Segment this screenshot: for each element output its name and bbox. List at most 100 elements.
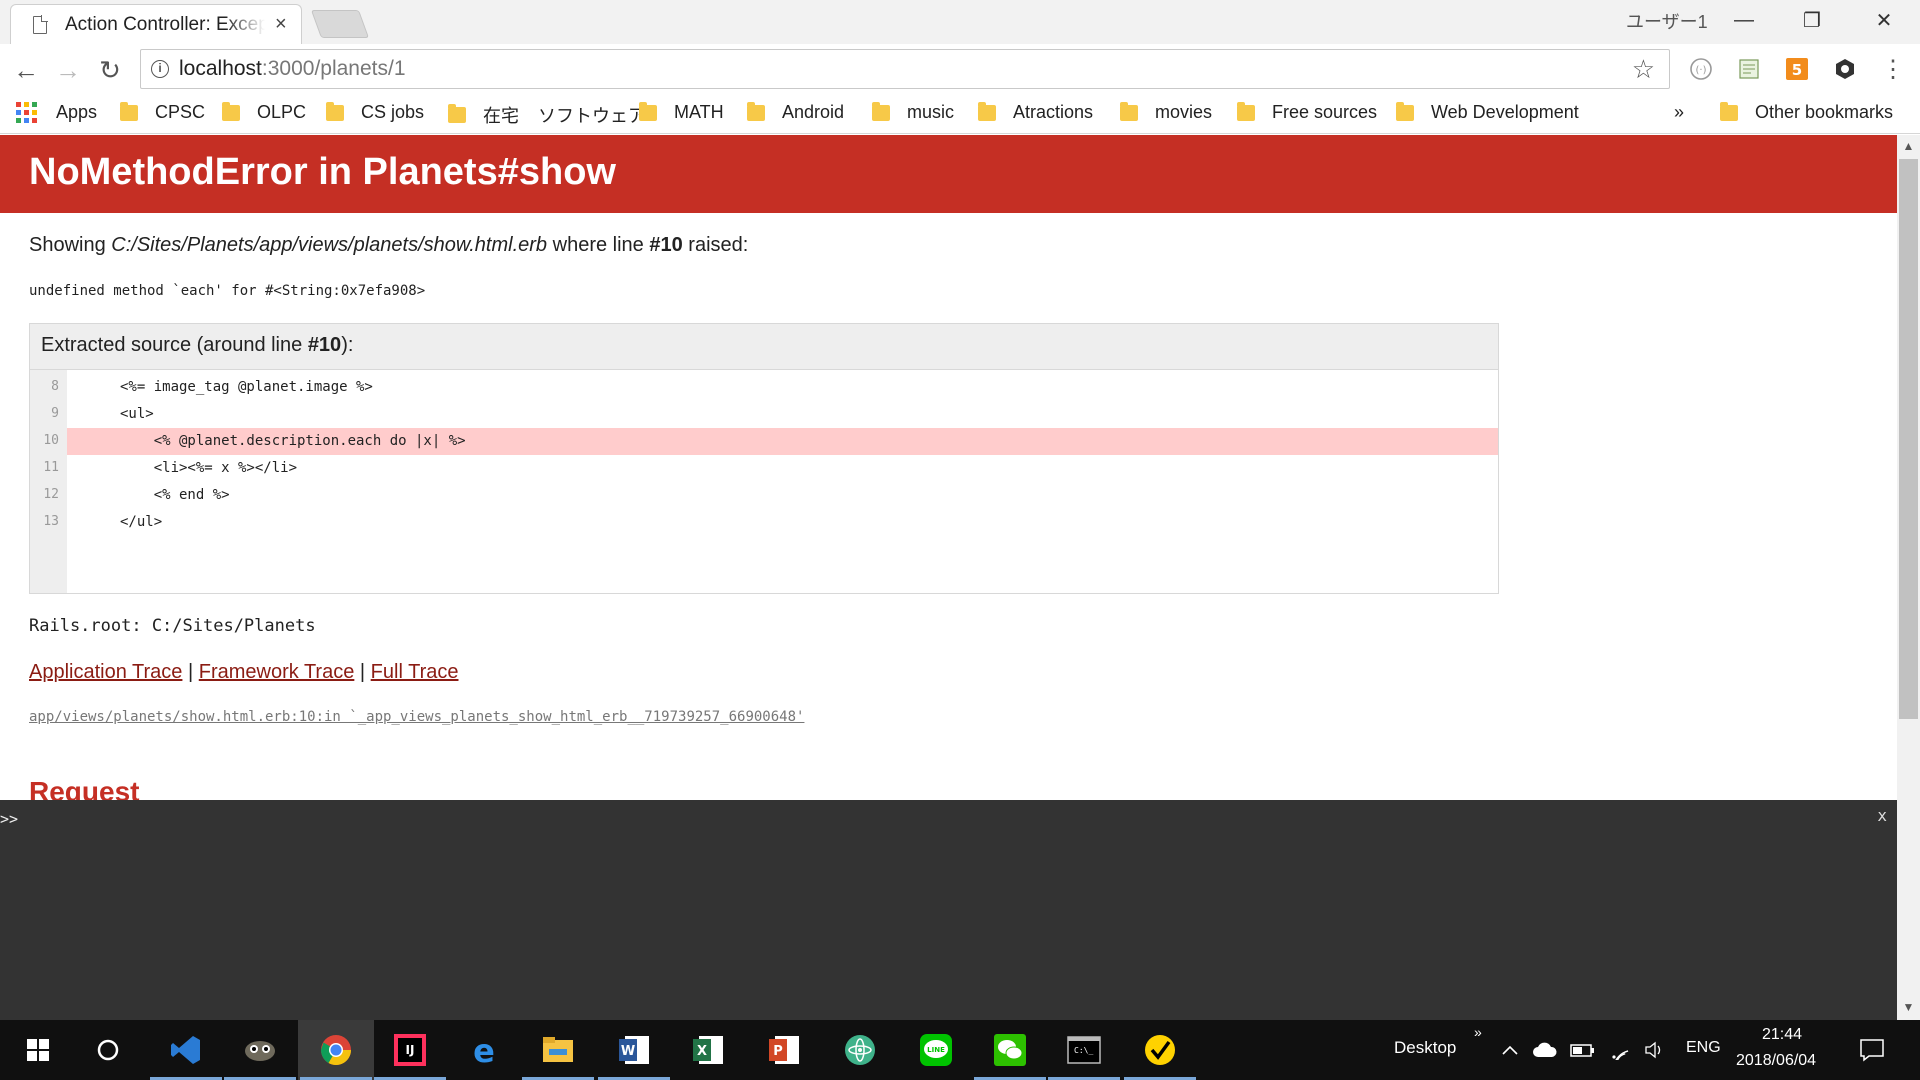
bookmark-folder[interactable]: Atractions: [978, 101, 1094, 123]
source-line: 13 </ul>: [30, 509, 1498, 536]
trace-separator: |: [187, 661, 194, 683]
bookmark-label: CPSC: [155, 102, 206, 122]
gimp-icon[interactable]: [222, 1020, 298, 1080]
svg-text:5: 5: [1792, 61, 1802, 79]
bookmark-folder[interactable]: Web Development: [1396, 101, 1579, 123]
extension-notes-icon[interactable]: [1736, 56, 1762, 82]
file-explorer-icon[interactable]: [520, 1020, 596, 1080]
restore-button[interactable]: ❐: [1784, 4, 1840, 36]
input-language-indicator[interactable]: ENG: [1686, 1039, 1721, 1057]
extension-hexagon-icon[interactable]: [1832, 56, 1858, 82]
bookmark-label: Atractions: [1013, 102, 1094, 122]
full-trace-link[interactable]: Full Trace: [371, 661, 459, 683]
vscode-icon[interactable]: [148, 1020, 224, 1080]
url-host: localhost: [179, 57, 262, 80]
bookmark-apps[interactable]: Apps: [16, 102, 97, 123]
bookmark-folder[interactable]: MATH: [639, 101, 724, 123]
reload-button[interactable]: ↻: [94, 54, 126, 86]
toolbar-overflow-button[interactable]: »: [1474, 1024, 1482, 1040]
page-scrollbar[interactable]: ▲ ▼: [1897, 135, 1920, 1020]
clock-date[interactable]: 2018/06/04: [1736, 1052, 1816, 1070]
web-console[interactable]: >> x: [0, 800, 1897, 1020]
bookmark-label: 在宅: [483, 106, 519, 126]
chrome-icon[interactable]: [298, 1020, 374, 1080]
bookmark-folder[interactable]: Android: [747, 101, 845, 123]
desktop-toolbar-label[interactable]: Desktop: [1394, 1038, 1456, 1058]
bookmark-star-icon[interactable]: ☆: [1632, 54, 1655, 85]
command-prompt-icon[interactable]: C:\_: [1046, 1020, 1122, 1080]
close-window-button[interactable]: ✕: [1856, 4, 1912, 36]
folder-icon: [120, 101, 138, 121]
scroll-down-arrow[interactable]: ▼: [1897, 1000, 1920, 1014]
folder-icon: [1120, 101, 1138, 121]
scrollbar-thumb[interactable]: [1899, 159, 1918, 719]
bookmark-link[interactable]: ソフトウェア: [538, 102, 646, 128]
folder-icon: [747, 101, 765, 121]
wifi-icon[interactable]: [1606, 1020, 1636, 1080]
line-app-icon[interactable]: LINE: [898, 1020, 974, 1080]
extension-orange-icon[interactable]: 5: [1784, 56, 1810, 82]
onedrive-icon[interactable]: [1530, 1020, 1560, 1080]
bookmark-folder[interactable]: CPSC: [120, 101, 206, 123]
edge-icon[interactable]: e: [446, 1020, 522, 1080]
line-number: 11: [43, 460, 59, 475]
application-trace-link[interactable]: Application Trace: [29, 661, 182, 683]
volume-icon[interactable]: [1640, 1020, 1670, 1080]
cortana-icon[interactable]: [70, 1020, 146, 1080]
bookmark-folder[interactable]: CS jobs: [326, 101, 424, 123]
browser-toolbar: ← → ↻ i localhost:3000/planets/1 ☆ (·) 5…: [0, 44, 1920, 96]
powerpoint-icon[interactable]: P: [746, 1020, 822, 1080]
bookmark-label: Free sources: [1272, 102, 1378, 122]
browser-tab[interactable]: Action Controller: Exception caught ×: [10, 4, 302, 44]
error-title: NoMethodError in Planets#show: [29, 151, 616, 193]
source-line: 11 <li><%= x %></li>: [30, 455, 1498, 482]
console-close-button[interactable]: x: [1877, 806, 1887, 825]
framework-trace-link[interactable]: Framework Trace: [199, 661, 355, 683]
bookmark-folder[interactable]: movies: [1120, 101, 1212, 123]
tray-chevron-up-icon[interactable]: [1498, 1020, 1522, 1080]
svg-text:e: e: [473, 1033, 495, 1067]
line-code: <% @planet.description.each do |x| %>: [120, 433, 466, 449]
folder-icon: [872, 101, 890, 121]
browser-menu-icon[interactable]: ⋮: [1880, 56, 1906, 83]
bookmark-folder[interactable]: music: [872, 101, 954, 123]
tab-close-icon[interactable]: ×: [275, 13, 287, 36]
excel-icon[interactable]: X: [670, 1020, 746, 1080]
bookmark-folder[interactable]: Free sources: [1237, 101, 1378, 123]
start-icon[interactable]: [0, 1020, 76, 1080]
folder-icon: [1237, 101, 1255, 121]
profile-user-label[interactable]: ユーザー1: [1626, 8, 1708, 34]
address-bar[interactable]: i localhost:3000/planets/1 ☆: [140, 49, 1670, 89]
exception-message: undefined method `each' for #<String:0x7…: [29, 283, 426, 299]
bookmark-label: Android: [782, 102, 845, 122]
trace-line-link[interactable]: app/views/planets/show.html.erb:10:in `_…: [29, 709, 804, 725]
minimize-button[interactable]: —: [1716, 4, 1772, 36]
atom-icon[interactable]: [822, 1020, 898, 1080]
folder-icon: [1396, 101, 1414, 121]
norton-icon[interactable]: [1122, 1020, 1198, 1080]
source-heading-suffix: ):: [341, 334, 354, 356]
action-center-icon[interactable]: [1842, 1020, 1902, 1080]
wechat-icon[interactable]: [972, 1020, 1048, 1080]
clock-time[interactable]: 21:44: [1762, 1026, 1802, 1044]
back-button[interactable]: ←: [10, 54, 42, 86]
console-prompt[interactable]: >>: [0, 810, 18, 828]
intellij-icon[interactable]: IJ: [372, 1020, 448, 1080]
folder-icon: [1720, 101, 1738, 121]
forward-button[interactable]: →: [52, 54, 84, 86]
line-number: 9: [51, 406, 59, 421]
scroll-up-arrow[interactable]: ▲: [1897, 139, 1920, 153]
source-line: 10 <% @planet.description.each do |x| %>: [30, 428, 1498, 455]
line-number: 8: [51, 379, 59, 394]
extension-circle-icon[interactable]: (·): [1688, 56, 1714, 82]
other-bookmarks[interactable]: Other bookmarks: [1720, 101, 1893, 123]
battery-icon[interactable]: [1568, 1020, 1598, 1080]
word-icon[interactable]: W: [596, 1020, 672, 1080]
bookmarks-overflow-button[interactable]: »: [1674, 102, 1684, 123]
site-info-icon[interactable]: i: [151, 60, 169, 78]
request-section-title: Request: [29, 776, 140, 800]
bookmark-folder[interactable]: 在宅: [448, 102, 519, 128]
bookmark-folder[interactable]: OLPC: [222, 101, 306, 123]
new-tab-button[interactable]: [310, 10, 370, 38]
line-code: </ul>: [120, 514, 163, 530]
